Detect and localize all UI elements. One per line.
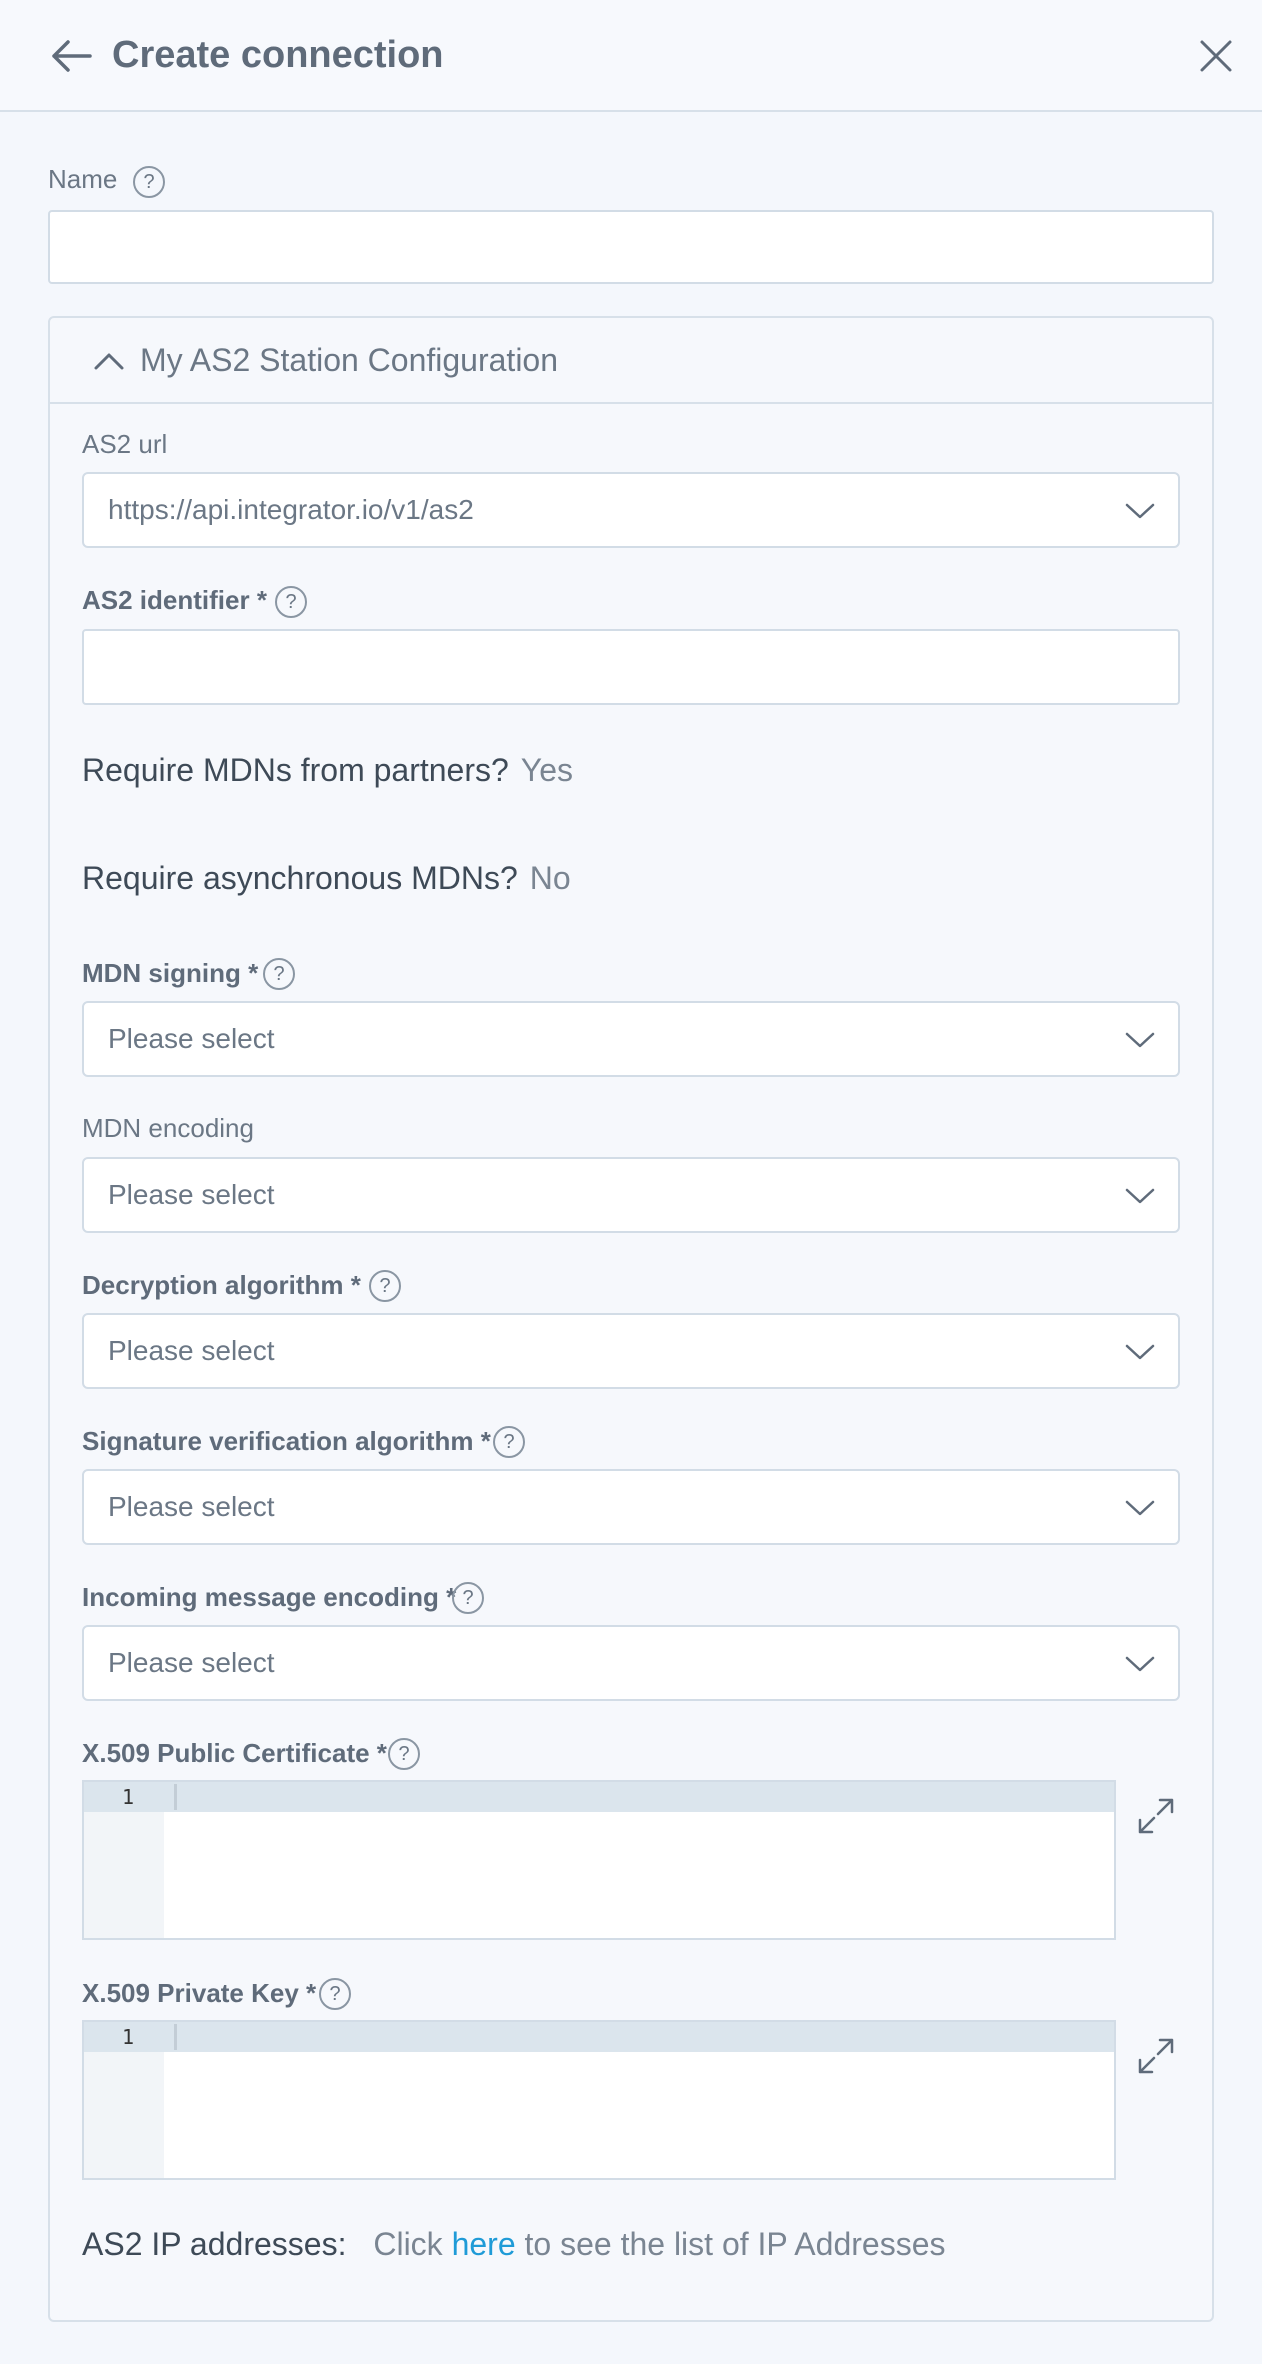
chevron-down-icon: [1124, 1025, 1156, 1053]
public-cert-help-icon[interactable]: ?: [388, 1738, 420, 1770]
name-input[interactable]: [48, 210, 1214, 284]
private-key-help-icon[interactable]: ?: [319, 1978, 351, 2010]
section-header-toggle[interactable]: My AS2 Station Configuration: [50, 318, 1212, 404]
chevron-down-icon: [1124, 1649, 1156, 1677]
chevron-down-icon: [1124, 1181, 1156, 1209]
mdn-signing-value: Please select: [108, 1023, 275, 1054]
mdn-encoding-value: Please select: [108, 1179, 275, 1210]
mdn-signing-help-icon[interactable]: ?: [263, 958, 295, 990]
require-mdns-label: Require MDNs from partners?: [82, 752, 509, 788]
ip-addresses-link[interactable]: here: [452, 2226, 516, 2262]
as2-url-label: AS2 url: [82, 429, 168, 459]
mdn-signing-select[interactable]: Please select: [82, 1001, 1180, 1077]
signature-verification-label: Signature verification algorithm *: [82, 1426, 491, 1456]
ip-addresses-row: AS2 IP addresses: Click here to see the …: [82, 2222, 945, 2266]
line-number: 1: [122, 1785, 135, 1809]
editor-cursor: [174, 2024, 177, 2050]
chevron-down-icon: [1124, 1337, 1156, 1365]
mdn-signing-label: MDN signing *: [82, 958, 259, 988]
dialog-header: Create connection: [0, 0, 1262, 112]
decryption-algorithm-select[interactable]: Please select: [82, 1313, 1180, 1389]
as2-identifier-help-icon[interactable]: ?: [275, 586, 307, 618]
signature-verification-value: Please select: [108, 1491, 275, 1522]
require-async-row: Require asynchronous MDNs? No: [82, 856, 571, 900]
incoming-encoding-help-icon[interactable]: ?: [452, 1582, 484, 1614]
private-key-editor[interactable]: 1: [82, 2020, 1116, 2180]
decryption-algorithm-value: Please select: [108, 1335, 275, 1366]
public-cert-editor[interactable]: 1: [82, 1780, 1116, 1940]
mdn-encoding-label: MDN encoding: [82, 1113, 254, 1143]
signature-verification-help-icon[interactable]: ?: [493, 1426, 525, 1458]
require-mdns-row: Require MDNs from partners? Yes: [82, 748, 573, 792]
incoming-encoding-label: Incoming message encoding *: [82, 1582, 457, 1612]
ip-addresses-label: AS2 IP addresses:: [82, 2226, 347, 2262]
active-line-highlight: [84, 2022, 1114, 2052]
chevron-up-icon: [92, 346, 126, 376]
section-title: My AS2 Station Configuration: [140, 342, 559, 378]
chevron-down-icon: [1124, 1493, 1156, 1521]
require-async-value[interactable]: No: [530, 860, 571, 896]
ip-addresses-message: Click here to see the list of IP Address…: [373, 2226, 945, 2262]
name-label: Name: [48, 164, 118, 194]
as2-identifier-input[interactable]: [82, 629, 1180, 705]
as2-url-select[interactable]: https://api.integrator.io/v1/as2: [82, 472, 1180, 548]
decryption-algorithm-label: Decryption algorithm *: [82, 1270, 361, 1300]
editor-cursor: [174, 1784, 177, 1810]
as2-identifier-label: AS2 identifier *: [82, 585, 267, 615]
name-help-icon[interactable]: ?: [133, 166, 165, 198]
ip-prefix-text: Click: [373, 2226, 443, 2262]
incoming-encoding-select[interactable]: Please select: [82, 1625, 1180, 1701]
page-title: Create connection: [112, 34, 444, 76]
line-number: 1: [122, 2025, 135, 2049]
back-arrow-icon[interactable]: [48, 34, 96, 78]
active-line-highlight: [84, 1782, 1114, 1812]
mdn-encoding-select[interactable]: Please select: [82, 1157, 1180, 1233]
signature-verification-select[interactable]: Please select: [82, 1469, 1180, 1545]
incoming-encoding-value: Please select: [108, 1647, 275, 1678]
close-icon[interactable]: [1196, 36, 1236, 76]
chevron-down-icon: [1124, 496, 1156, 524]
as2-url-value: https://api.integrator.io/v1/as2: [108, 494, 474, 525]
private-key-label: X.509 Private Key *: [82, 1978, 317, 2008]
expand-icon[interactable]: [1136, 1796, 1176, 1836]
require-async-label: Require asynchronous MDNs?: [82, 860, 518, 896]
decryption-algorithm-help-icon[interactable]: ?: [369, 1270, 401, 1302]
ip-suffix-text: to see the list of IP Addresses: [524, 2226, 946, 2262]
public-cert-label: X.509 Public Certificate *: [82, 1738, 387, 1768]
require-mdns-value[interactable]: Yes: [521, 752, 573, 788]
expand-icon[interactable]: [1136, 2036, 1176, 2076]
